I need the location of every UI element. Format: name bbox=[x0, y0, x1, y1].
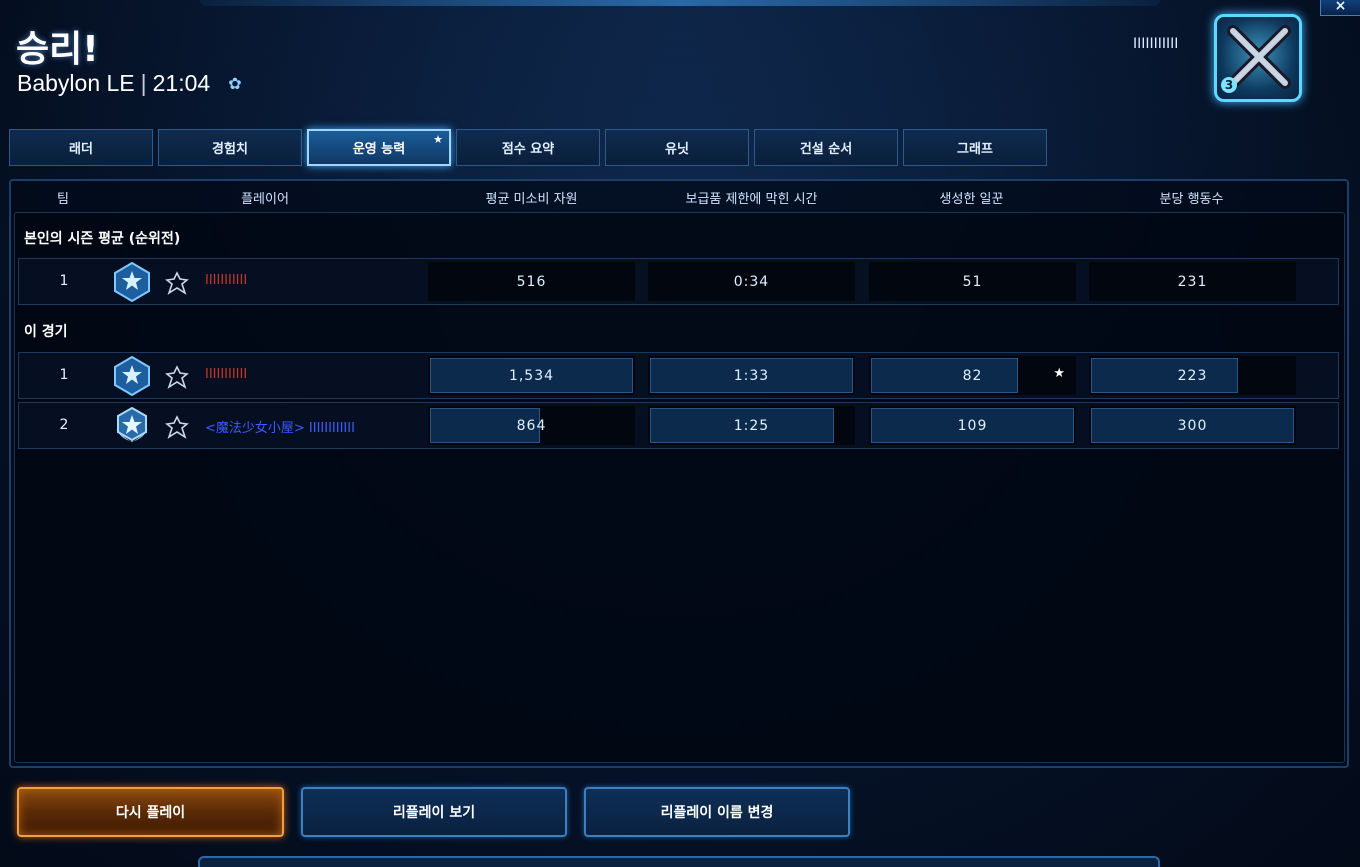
column-header-workers: 생성한 일꾼 bbox=[939, 192, 1004, 207]
workers-cell: 82 ★ bbox=[869, 356, 1076, 395]
workers-value: 51 bbox=[962, 273, 983, 290]
tab-label: 경험치 bbox=[212, 142, 248, 157]
supply-blocked-value: 0:34 bbox=[733, 273, 770, 290]
player-name[interactable]: IIIIIIIIIII bbox=[205, 273, 247, 288]
column-header-player: 플레이어 bbox=[241, 192, 289, 207]
apm-cell: 223 bbox=[1089, 356, 1296, 395]
tab-label: 건설 순서 bbox=[799, 142, 853, 157]
diamond-league-icon bbox=[114, 262, 150, 302]
column-header-unspent: 평균 미소비 자원 bbox=[485, 192, 578, 207]
table-row: 1 IIIIIIIIIII 1,534 1:33 82 ★ 223 bbox=[18, 352, 1339, 399]
this-game-title: 이 경기 bbox=[24, 324, 68, 340]
tab-economy[interactable]: 운영 능력 ★ bbox=[307, 129, 451, 166]
separator: | bbox=[140, 70, 147, 96]
team-number: 1 bbox=[59, 367, 69, 383]
page-title: 승리! bbox=[16, 29, 99, 70]
master-league-icon bbox=[115, 406, 149, 442]
workers-bar bbox=[871, 358, 1019, 393]
apm-value: 231 bbox=[1177, 273, 1208, 290]
tab-graphs[interactable]: 그래프 bbox=[903, 129, 1047, 166]
supply-blocked-value: 1:33 bbox=[733, 367, 770, 384]
workers-cell: 51 bbox=[869, 262, 1076, 301]
rename-replay-button[interactable]: 리플레이 이름 변경 bbox=[584, 787, 850, 837]
player-name[interactable]: IIIIIIIIIII bbox=[205, 367, 247, 382]
terran-icon bbox=[165, 271, 189, 295]
tab-units[interactable]: 유닛 bbox=[605, 129, 749, 166]
table-row: 1 IIIIIIIIIII 516 0:34 51 231 bbox=[18, 258, 1339, 305]
unspent-value: 864 bbox=[516, 417, 547, 434]
unspent-cell: 864 bbox=[428, 406, 635, 445]
profile-name: IIIIIIIIIII bbox=[1133, 36, 1179, 52]
workers-cell: 109 bbox=[869, 406, 1076, 445]
team-number: 2 bbox=[59, 417, 69, 433]
tab-build-order[interactable]: 건설 순서 bbox=[754, 129, 898, 166]
bottom-frame-strip bbox=[198, 856, 1160, 867]
gear-icon[interactable]: ✿ bbox=[228, 74, 241, 94]
tab-label: 그래프 bbox=[957, 142, 993, 157]
apm-bar bbox=[1091, 358, 1239, 393]
column-header-apm: 분당 행동수 bbox=[1159, 192, 1224, 207]
watch-replay-button[interactable]: 리플레이 보기 bbox=[301, 787, 567, 837]
star-icon: ★ bbox=[1053, 366, 1066, 381]
supply-blocked-cell: 1:33 bbox=[648, 356, 855, 395]
tab-label: 래더 bbox=[69, 142, 93, 157]
close-button[interactable]: × bbox=[1320, 0, 1360, 16]
supply-blocked-cell: 0:34 bbox=[648, 262, 855, 301]
match-info: Babylon LE | 21:04 ✿ bbox=[17, 70, 242, 97]
star-icon: ★ bbox=[433, 133, 443, 146]
map-name: Babylon LE bbox=[17, 70, 135, 96]
tab-score-summary[interactable]: 점수 요약 bbox=[456, 129, 600, 166]
supply-blocked-value: 1:25 bbox=[733, 417, 770, 434]
tab-label: 점수 요약 bbox=[501, 142, 555, 157]
column-header-team: 팀 bbox=[57, 192, 69, 207]
apm-value: 223 bbox=[1177, 367, 1208, 384]
apm-cell: 300 bbox=[1089, 406, 1296, 445]
tab-bar: 래더 경험치 운영 능력 ★ 점수 요약 유닛 건설 순서 그래프 bbox=[9, 129, 1047, 166]
player-name[interactable]: <魔法少女小屋> IIIIIIIIIIII bbox=[205, 417, 355, 436]
play-again-button[interactable]: 다시 플레이 bbox=[17, 787, 284, 837]
apm-cell: 231 bbox=[1089, 262, 1296, 301]
tab-ladder[interactable]: 래더 bbox=[9, 129, 153, 166]
match-duration: 21:04 bbox=[152, 70, 211, 96]
tab-experience[interactable]: 경험치 bbox=[158, 129, 302, 166]
rank-emblem[interactable]: 3 bbox=[1214, 14, 1302, 102]
table-row: 2 <魔法少女小屋> IIIIIIIIIIII 864 1:25 109 300 bbox=[18, 402, 1339, 449]
unspent-value: 1,534 bbox=[508, 367, 555, 384]
supply-blocked-cell: 1:25 bbox=[648, 406, 855, 445]
apm-value: 300 bbox=[1177, 417, 1208, 434]
unspent-cell: 1,534 bbox=[428, 356, 635, 395]
workers-value: 109 bbox=[957, 417, 988, 434]
column-header-supply-blocked: 보급품 제한에 막힌 시간 bbox=[685, 192, 818, 207]
terran-icon bbox=[165, 415, 189, 439]
workers-value: 82 bbox=[962, 367, 983, 384]
terran-icon bbox=[165, 365, 189, 389]
season-average-title: 본인의 시즌 평균 (순위전) bbox=[24, 231, 181, 247]
rank-level-badge: 3 bbox=[1221, 77, 1237, 93]
tab-label: 운영 능력 bbox=[352, 142, 406, 157]
unspent-value: 516 bbox=[516, 273, 547, 290]
unspent-cell: 516 bbox=[428, 262, 635, 301]
diamond-league-icon bbox=[114, 356, 150, 396]
top-frame-strip bbox=[200, 0, 1160, 6]
tab-label: 유닛 bbox=[665, 142, 689, 157]
team-number: 1 bbox=[59, 273, 69, 289]
